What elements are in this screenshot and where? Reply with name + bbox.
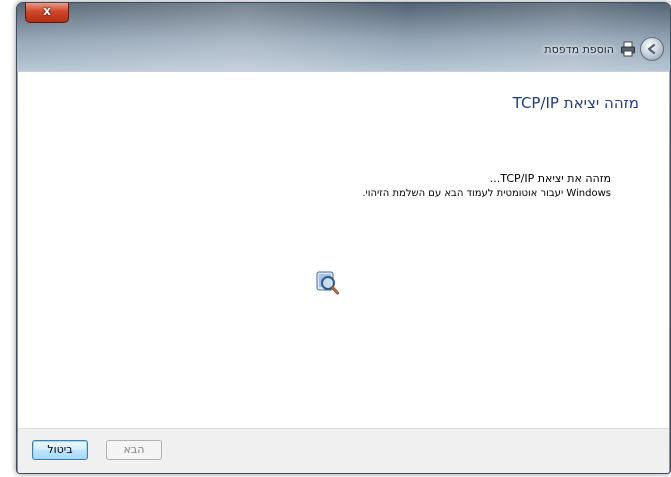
page-heading: מזהה יציאת TCP/IP	[512, 94, 639, 112]
wizard-content: מזהה יציאת TCP/IP מזהה את יציאת TCP/IP..…	[18, 71, 669, 429]
back-button[interactable]	[640, 37, 664, 61]
title-bar: x הוספת מדפסת	[17, 3, 670, 71]
navigation-bar: הוספת מדפסת	[538, 37, 664, 61]
add-printer-window: x הוספת מדפסת מזהה יציאת TCP/IP מזהה את …	[16, 2, 671, 474]
window-title: הוספת מדפסת	[544, 42, 614, 56]
wizard-footer: ביטול הבא	[18, 428, 669, 473]
back-arrow-icon	[647, 43, 656, 55]
status-description: Windows יעבור אוטומטית לעמוד הבא עם השלמ…	[362, 188, 611, 199]
close-button[interactable]: x	[25, 3, 69, 23]
cancel-button[interactable]: ביטול	[32, 440, 88, 460]
status-message: מזהה את יציאת TCP/IP...	[489, 172, 611, 185]
printer-icon	[620, 41, 636, 57]
search-magnifier-icon	[315, 268, 341, 298]
next-button[interactable]: הבא	[106, 440, 162, 460]
